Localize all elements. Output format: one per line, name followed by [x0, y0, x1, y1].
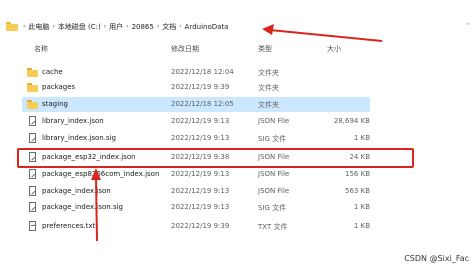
annotation-arrows: [91, 24, 383, 242]
annotation-arrow-path: [269, 29, 383, 42]
watermark: CSDN @Sixi_Fac: [404, 254, 469, 263]
annotation-arrowhead-path: [262, 24, 274, 35]
annotation-arrowhead-file: [91, 168, 101, 180]
annotation-arrow-file: [95, 175, 98, 242]
